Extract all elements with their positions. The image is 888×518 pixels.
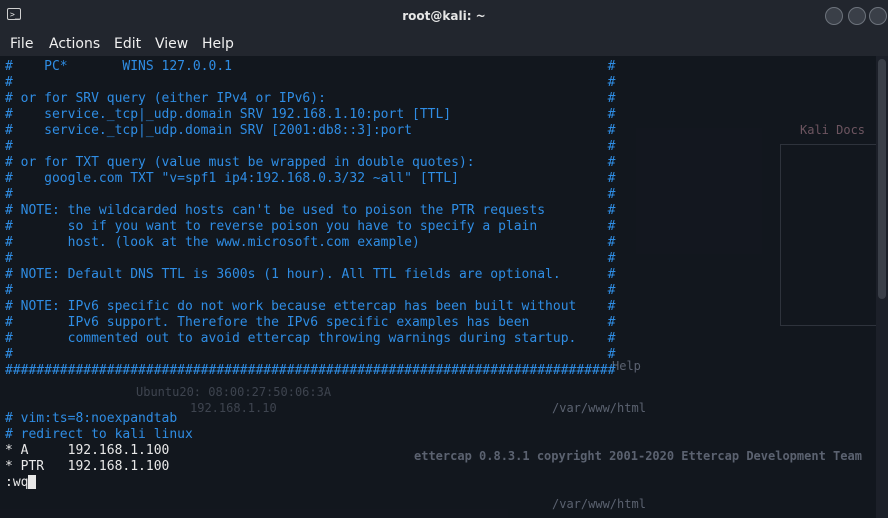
text-cursor [28,475,37,489]
menu-actions[interactable]: Actions [49,34,100,54]
background-text: /var/www/html [552,401,646,415]
terminal-line: # NOTE: the wildcarded hosts can't be us… [5,203,616,218]
terminal-line: * A 192.168.1.100 [5,443,170,458]
terminal-line: # so if you want to reverse poison you h… [5,219,616,234]
terminal-line: # # [5,347,616,362]
terminal-view[interactable]: Kali Docs Help /var/www/html ettercap 0.… [0,56,888,518]
menu-edit[interactable]: Edit [114,34,141,54]
background-text: ettercap 0.8.3.1 copyright 2001-2020 Ett… [414,449,862,463]
scrollbar-track[interactable] [876,56,888,518]
terminal-line: # NOTE: IPv6 specific do not work becaus… [5,299,616,314]
terminal-line: # # [5,251,616,266]
terminal-line: # host. (look at the www.microsoft.com e… [5,235,616,250]
terminal-line: # commented out to avoid ettercap throwi… [5,331,616,346]
terminal-line: # or for SRV query (either IPv4 or IPv6)… [5,91,616,106]
terminal-line: # PC* WINS 127.0.0.1 # [5,59,616,74]
terminal-line: # # [5,75,616,90]
minimize-button[interactable] [825,7,843,25]
terminal-line: # # [5,139,616,154]
terminal-line: # vim:ts=8:noexpandtab [5,411,178,426]
background-text: Kali Docs [800,123,866,137]
close-button[interactable] [869,7,887,25]
title-bar: >_ root@kali: ~ [0,0,888,32]
cursor-wrap [28,475,37,491]
terminal-line: * PTR 192.168.1.100 [5,459,170,474]
terminal-line: # or for TXT query (value must be wrappe… [5,155,616,170]
terminal-line: # IPv6 support. Therefore the IPv6 speci… [5,315,616,330]
terminal-line: # service._tcp|_udp.domain SRV [2001:db8… [5,123,616,138]
scrollbar-thumb[interactable] [878,59,886,299]
menu-view[interactable]: View [155,34,188,54]
menu-help[interactable]: Help [202,34,234,54]
menu-bar: File Actions Edit View Help [0,32,888,56]
background-window [780,144,888,326]
terminal-line: # NOTE: Default DNS TTL is 3600s (1 hour… [5,267,616,282]
background-text: Ubuntu20: 08:00:27:50:06:3A [136,385,332,399]
background-text: Help [612,359,641,373]
terminal-line: # google.com TXT "v=spf1 ip4:192.168.0.3… [5,171,616,186]
terminal-line: # redirect to kali linux [5,427,193,442]
background-text: 192.168.1.10 [190,401,277,415]
terminal-line: ########################################… [5,363,616,378]
menu-file[interactable]: File [10,34,33,54]
terminal-line: # # [5,283,616,298]
background-text: /var/www/html [552,497,646,511]
terminal-line: # # [5,187,616,202]
terminal-line: # service._tcp|_udp.domain SRV 192.168.1… [5,107,616,122]
terminal-line: :wq [5,475,29,490]
maximize-button[interactable] [848,7,866,25]
window-title: root@kali: ~ [402,9,486,23]
